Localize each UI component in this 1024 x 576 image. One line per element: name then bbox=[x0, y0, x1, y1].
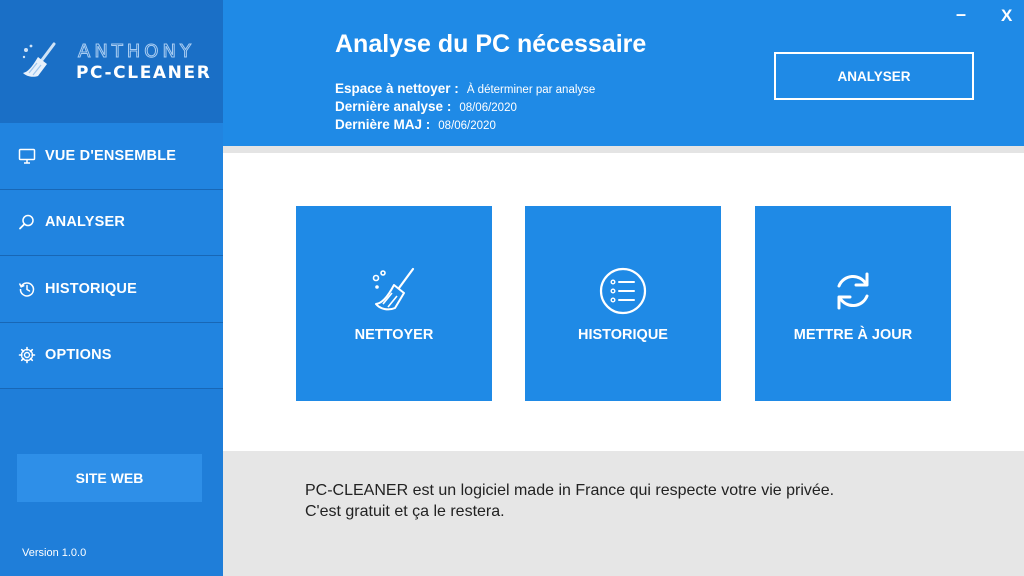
sidebar-item-label: ANALYSER bbox=[45, 214, 126, 231]
analyser-button[interactable]: ANALYSER bbox=[774, 52, 974, 100]
sidebar-item-analyser[interactable]: ANALYSER bbox=[0, 189, 223, 256]
brand-line1: ANTHONY bbox=[78, 41, 195, 63]
sidebar-nav: VUE D'ENSEMBLE ANALYSER HISTORIQUE OPTIO… bbox=[0, 123, 223, 389]
sidebar-item-vue-ensemble[interactable]: VUE D'ENSEMBLE bbox=[0, 123, 223, 190]
space-info: Espace à nettoyer : À déterminer par ana… bbox=[335, 81, 595, 96]
close-button[interactable]: X bbox=[1001, 6, 1012, 26]
sidebar-item-historique[interactable]: HISTORIQUE bbox=[0, 256, 223, 323]
history-icon bbox=[18, 282, 35, 297]
last-scan-label: Dernière analyse : bbox=[335, 99, 452, 114]
footer-line2: C'est gratuit et ça le restera. bbox=[305, 503, 505, 520]
monitor-icon bbox=[18, 148, 36, 164]
gear-icon bbox=[18, 346, 36, 364]
brand-line2: PC-CLEANER bbox=[76, 63, 212, 83]
page-title: Analyse du PC nécessaire bbox=[335, 30, 647, 58]
historique-tile[interactable]: HISTORIQUE bbox=[525, 206, 721, 401]
site-web-button[interactable]: SITE WEB bbox=[17, 454, 202, 502]
minimize-button[interactable]: – bbox=[956, 4, 966, 25]
refresh-icon bbox=[837, 272, 869, 310]
logo-broom-icon bbox=[22, 42, 56, 77]
sidebar: ANTHONY PC-CLEANER VUE D'ENSEMBLE ANALYS… bbox=[0, 0, 223, 576]
search-icon bbox=[19, 215, 34, 230]
space-value: À déterminer par analyse bbox=[466, 84, 596, 96]
last-update-label: Dernière MAJ : bbox=[335, 117, 431, 132]
last-update-value: 08/06/2020 bbox=[438, 120, 496, 132]
broom-icon bbox=[372, 267, 415, 311]
tile-label: METTRE À JOUR bbox=[793, 327, 913, 343]
mettre-a-jour-tile[interactable]: METTRE À JOUR bbox=[755, 206, 951, 401]
tile-label: NETTOYER bbox=[354, 327, 434, 343]
sidebar-item-label: HISTORIQUE bbox=[45, 280, 137, 297]
tile-label: HISTORIQUE bbox=[578, 327, 668, 343]
last-scan-info: Dernière analyse : 08/06/2020 bbox=[335, 99, 517, 114]
list-icon bbox=[599, 267, 647, 315]
nettoyer-tile[interactable]: NETTOYER bbox=[296, 206, 492, 401]
header-divider bbox=[223, 146, 1024, 153]
version-label: Version 1.0.0 bbox=[22, 547, 87, 559]
last-update-info: Dernière MAJ : 08/06/2020 bbox=[335, 117, 496, 132]
footer-line1: PC-CLEANER est un logiciel made in Franc… bbox=[305, 482, 835, 499]
header-banner: Analyse du PC nécessaire Espace à nettoy… bbox=[223, 0, 1024, 146]
last-scan-value: 08/06/2020 bbox=[459, 102, 517, 114]
space-label: Espace à nettoyer : bbox=[335, 81, 459, 96]
sidebar-item-label: VUE D'ENSEMBLE bbox=[45, 147, 177, 164]
footer-info: PC-CLEANER est un logiciel made in Franc… bbox=[223, 451, 1024, 576]
sidebar-item-options[interactable]: OPTIONS bbox=[0, 322, 223, 389]
sidebar-item-label: OPTIONS bbox=[45, 347, 112, 364]
app-logo: ANTHONY PC-CLEANER bbox=[0, 0, 223, 123]
